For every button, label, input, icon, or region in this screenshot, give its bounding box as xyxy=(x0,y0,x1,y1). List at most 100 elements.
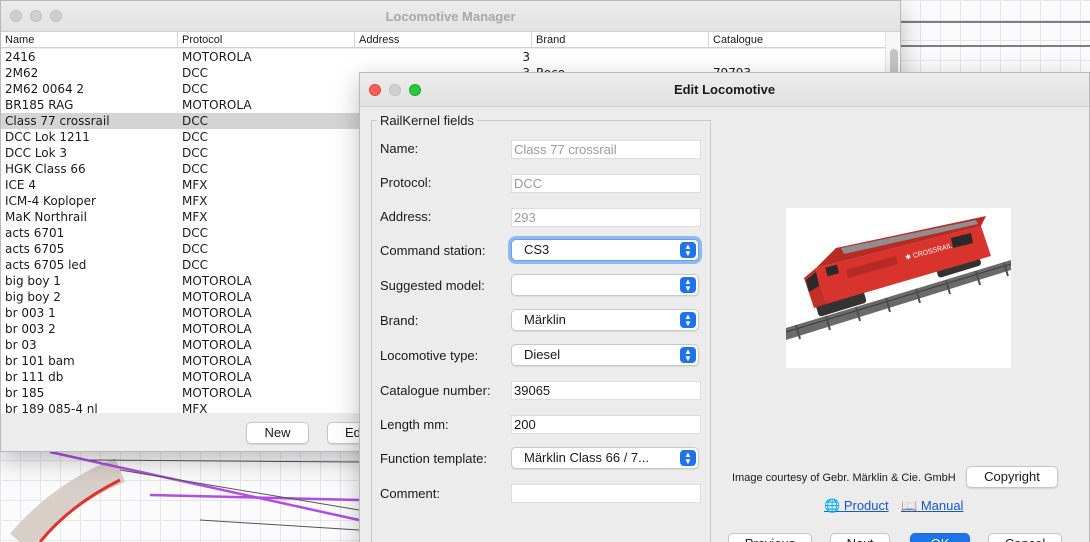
locomotive-manager-titlebar[interactable]: Locomotive Manager xyxy=(1,1,900,32)
cell-protocol: MOTOROLA xyxy=(182,354,252,368)
cell-name: DCC Lok 3 xyxy=(5,146,68,160)
column-header-name[interactable]: Name xyxy=(1,32,178,47)
cell-name: br 185 xyxy=(5,386,45,400)
book-icon: 📖 xyxy=(901,498,918,513)
globe-icon: 🌐 xyxy=(824,498,841,513)
column-header-address[interactable]: Address xyxy=(355,32,532,47)
cell-name: br 101 bam xyxy=(5,354,75,368)
function-template-select[interactable]: Märklin Class 66 / 7... ▲ ▼ xyxy=(511,447,699,469)
cell-name: br 111 db xyxy=(5,370,64,384)
cell-name: 2M62 xyxy=(5,66,39,80)
command-station-select[interactable]: CS3 ▲ ▼ xyxy=(511,239,699,261)
chevron-updown-icon: ▲ ▼ xyxy=(680,312,696,328)
previous-button[interactable]: Previous xyxy=(728,533,812,542)
cell-protocol: MFX xyxy=(182,178,208,192)
window-title: Locomotive Manager xyxy=(385,8,516,24)
cell-name: MaK Northrail xyxy=(5,210,87,224)
column-header-brand[interactable]: Brand xyxy=(532,32,709,47)
zoom-button[interactable] xyxy=(50,10,62,22)
cell-name: br 03 xyxy=(5,338,37,352)
cell-protocol: MFX xyxy=(182,194,208,208)
copyright-button[interactable]: Copyright xyxy=(966,466,1058,488)
cell-protocol: DCC xyxy=(182,242,208,256)
close-button[interactable] xyxy=(10,10,22,22)
length-label: Length mm: xyxy=(380,417,449,432)
cell-name: acts 6701 xyxy=(5,226,65,240)
cell-name: br 189 085-4 nl xyxy=(5,402,98,413)
table-row[interactable]: 2416 MOTOROLA 3 xyxy=(1,49,885,65)
address-label: Address: xyxy=(380,209,432,224)
cell-name: 2416 xyxy=(5,50,36,64)
brand-select[interactable]: Märklin ▲ ▼ xyxy=(511,309,699,331)
cell-address: 3 xyxy=(522,50,530,64)
group-legend: RailKernel fields xyxy=(377,113,477,128)
cell-catalogue xyxy=(709,49,885,65)
close-button[interactable] xyxy=(369,84,381,96)
brand-label: Brand: xyxy=(380,313,419,328)
cell-name: ICE 4 xyxy=(5,178,36,192)
cell-name: acts 6705 xyxy=(5,242,65,256)
cell-name: br 003 1 xyxy=(5,306,56,320)
cell-protocol: MOTOROLA xyxy=(182,290,252,304)
ok-button[interactable]: OK xyxy=(910,533,970,542)
cell-protocol: MOTOROLA xyxy=(182,98,252,112)
locomotive-table-header: Name Protocol Address Brand Catalogue xyxy=(1,32,885,48)
column-header-protocol[interactable]: Protocol xyxy=(178,32,355,47)
cell-name: HGK Class 66 xyxy=(5,162,86,176)
cell-protocol: MOTOROLA xyxy=(182,322,252,336)
locomotive-image: ✱ CROSSRAIL xyxy=(785,208,1012,368)
cell-name: BR185 RAG xyxy=(5,98,74,112)
railkernel-fields-group: RailKernel fields Name: Class 77 crossra… xyxy=(371,113,711,542)
length-field[interactable]: 200 xyxy=(511,415,701,434)
cell-protocol: DCC xyxy=(182,82,208,96)
command-station-label: Command station: xyxy=(380,243,486,258)
cell-name: ICM-4 Koploper xyxy=(5,194,96,208)
protocol-label: Protocol: xyxy=(380,175,432,190)
chevron-updown-icon: ▲ ▼ xyxy=(680,347,696,363)
dialog-title: Edit Locomotive xyxy=(673,82,776,97)
protocol-field: DCC xyxy=(511,174,701,193)
edit-locomotive-dialog: Edit Locomotive RailKernel fields Name: … xyxy=(359,72,1090,542)
cell-name: big boy 1 xyxy=(5,274,61,288)
cell-protocol: MOTOROLA xyxy=(182,274,252,288)
cell-brand xyxy=(532,49,709,65)
suggested-model-label: Suggested model: xyxy=(380,278,485,293)
cell-protocol: DCC xyxy=(182,146,208,160)
comment-field[interactable] xyxy=(511,484,701,503)
manual-link[interactable]: 📖 Manual xyxy=(901,498,963,514)
function-template-label: Function template: xyxy=(380,451,487,466)
catalogue-number-field[interactable]: 39065 xyxy=(511,381,701,400)
cell-protocol: MOTOROLA xyxy=(182,50,252,64)
cell-name: br 003 2 xyxy=(5,322,56,336)
cancel-button[interactable]: Cancel xyxy=(988,533,1062,542)
cell-name: 2M62 0064 2 xyxy=(5,82,85,96)
suggested-model-select[interactable]: ▲ ▼ xyxy=(511,274,699,296)
cell-protocol: MFX xyxy=(182,210,208,224)
locomotive-type-label: Locomotive type: xyxy=(380,348,479,363)
cell-protocol: MOTOROLA xyxy=(182,306,252,320)
cell-protocol: MOTOROLA xyxy=(182,338,252,352)
name-label: Name: xyxy=(380,141,419,156)
new-button[interactable]: New xyxy=(246,422,309,444)
minimize-button[interactable] xyxy=(30,10,42,22)
cell-name: acts 6705 led xyxy=(5,258,87,272)
product-link[interactable]: 🌐 Product xyxy=(824,498,889,514)
edit-locomotive-titlebar[interactable]: Edit Locomotive xyxy=(360,73,1089,107)
name-field: Class 77 crossrail xyxy=(511,140,701,159)
cell-name: DCC Lok 1211 xyxy=(5,130,90,144)
catalogue-number-label: Catalogue number: xyxy=(380,383,491,398)
cell-protocol: DCC xyxy=(182,226,208,240)
zoom-button[interactable] xyxy=(409,84,421,96)
locomotive-type-select[interactable]: Diesel ▲ ▼ xyxy=(511,344,699,366)
cell-protocol: DCC xyxy=(182,258,208,272)
address-field: 293 xyxy=(511,208,701,227)
cell-protocol: MOTOROLA xyxy=(182,370,252,384)
column-header-catalogue[interactable]: Catalogue xyxy=(709,32,885,47)
minimize-button[interactable] xyxy=(389,84,401,96)
chevron-updown-icon: ▲ ▼ xyxy=(680,277,696,293)
chevron-updown-icon: ▲ ▼ xyxy=(680,242,696,258)
cell-protocol: DCC xyxy=(182,66,208,80)
next-button[interactable]: Next xyxy=(830,533,890,542)
comment-label: Comment: xyxy=(380,486,440,501)
cell-protocol: DCC xyxy=(182,114,208,128)
